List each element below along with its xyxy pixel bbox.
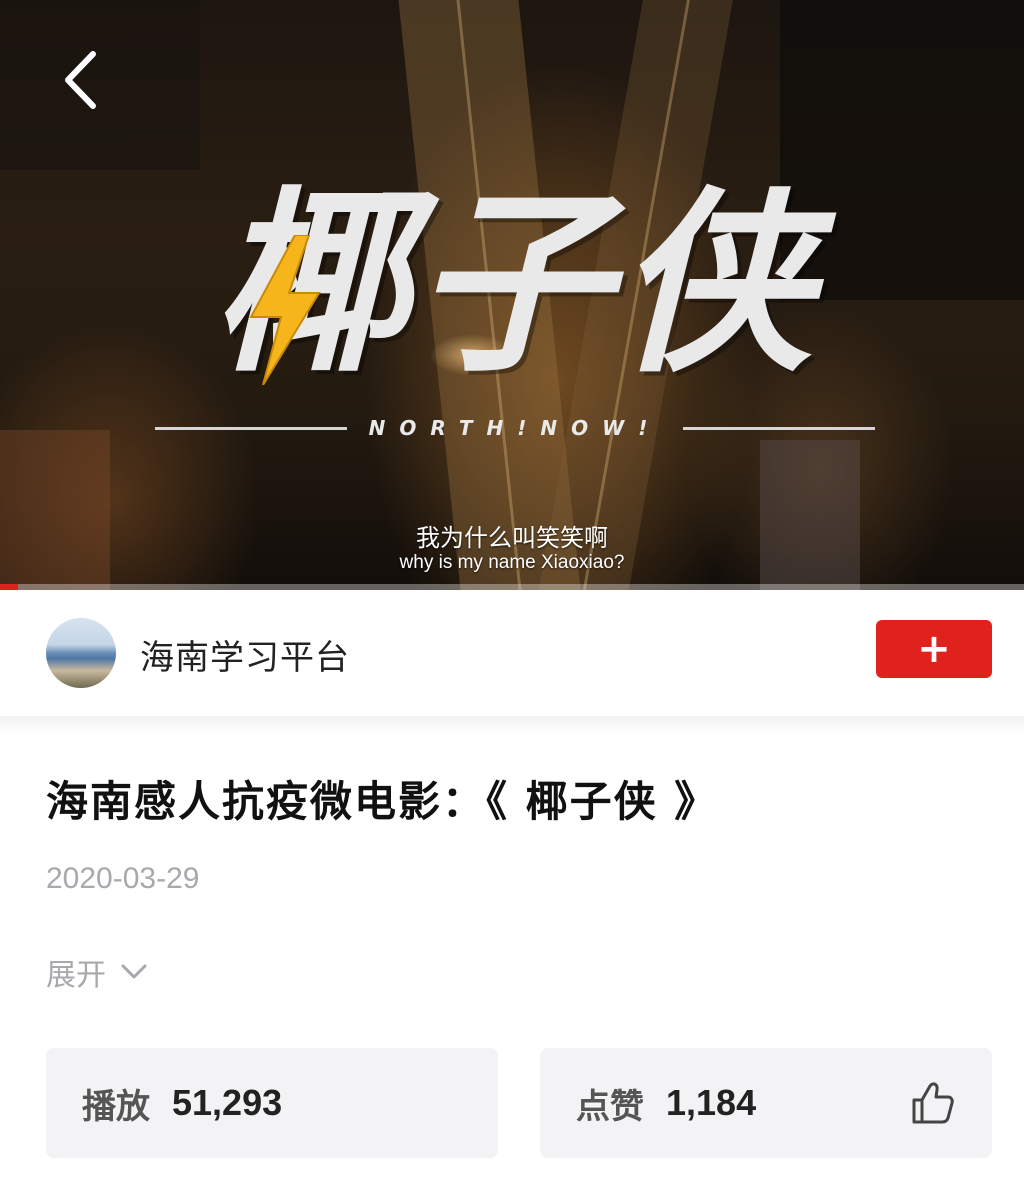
logo-divider: [155, 426, 347, 430]
play-count-label: 播放: [82, 1086, 150, 1127]
caption-chinese: 我为什么叫笑笑啊: [416, 524, 608, 552]
like-count-label: 点赞: [576, 1086, 644, 1127]
lightning-bolt-icon: [249, 235, 321, 385]
expand-label: 展开: [46, 958, 106, 993]
thumbs-up-icon: [912, 1082, 954, 1124]
chevron-down-icon: [121, 964, 147, 979]
like-button[interactable]: 点赞 1,184: [540, 1048, 992, 1158]
expand-toggle[interactable]: 展开: [46, 950, 148, 994]
publish-date: 2020-03-29: [46, 862, 200, 895]
caption-english: why is my name Xiaoxiao?: [399, 552, 625, 573]
chevron-left-icon: [65, 51, 96, 109]
play-count-value: 51,293: [172, 1082, 283, 1123]
logo-subtitle: NORTH!NOW!: [368, 416, 662, 440]
channel-avatar[interactable]: [46, 618, 116, 688]
movie-logo: 椰子侠 NORTH!NOW!: [155, 175, 876, 450]
video-title: 海南感人抗疫微电影：《 椰子侠 》: [46, 777, 719, 826]
channel-bar: 海南学习平台 +: [0, 590, 1024, 716]
section-divider: [0, 716, 1024, 734]
back-button[interactable]: [52, 48, 108, 112]
like-count-value: 1,184: [666, 1082, 757, 1123]
play-count-card: 播放 51,293: [46, 1048, 498, 1158]
logo-subtitle-row: NORTH!NOW!: [155, 413, 876, 443]
logo-divider: [683, 426, 876, 430]
video-player[interactable]: 椰子侠 NORTH!NOW! 我为什么叫笑笑啊 why is my name X…: [0, 0, 1024, 590]
channel-name[interactable]: 海南学习平台: [140, 630, 350, 679]
plus-icon: +: [917, 626, 951, 672]
follow-button[interactable]: +: [876, 620, 992, 678]
